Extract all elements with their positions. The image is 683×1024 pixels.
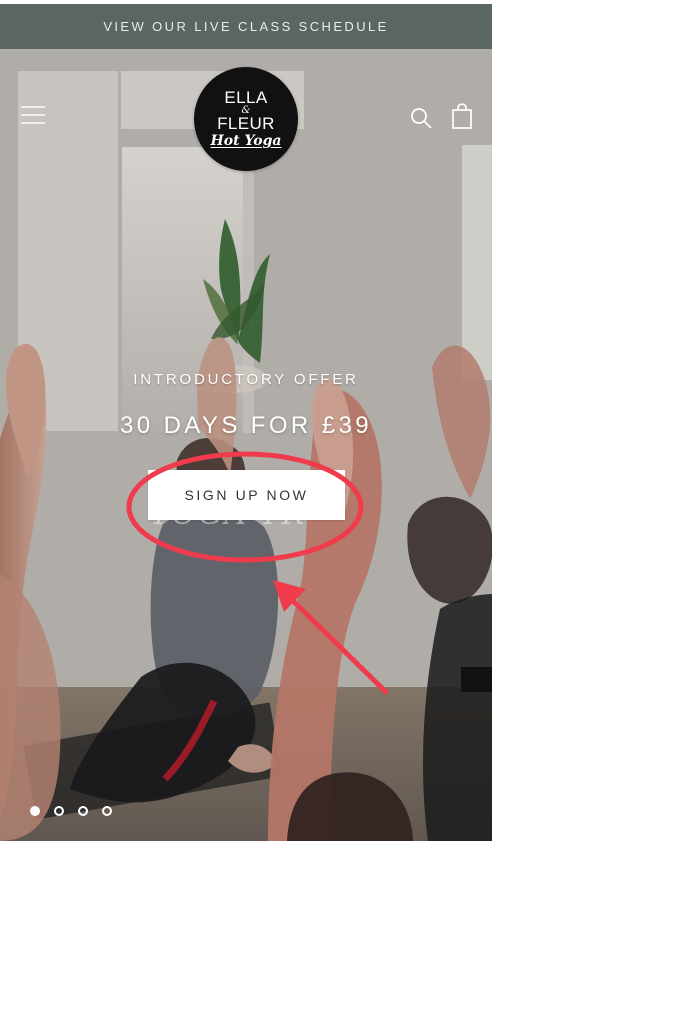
ella-fleur-logo[interactable]: ELLA & FLEUR Hot Yoga (194, 67, 298, 171)
slide-dot-4[interactable] (102, 806, 112, 816)
hero-banner: ELLA & FLEUR Hot Yoga INTRODUCTORY OFFER… (0, 49, 492, 841)
announcement-text[interactable]: VIEW OUR LIVE CLASS SCHEDULE (103, 19, 388, 34)
logo-script-hot-yoga: Hot Yoga (210, 132, 282, 149)
menu-icon[interactable] (21, 106, 45, 124)
search-icon[interactable] (410, 107, 432, 129)
mobile-page: VIEW OUR LIVE CLASS SCHEDULE ELLA & FLEU… (0, 4, 492, 841)
introductory-offer-label: INTRODUCTORY OFFER (133, 371, 359, 388)
slide-pagination[interactable] (30, 806, 112, 816)
logo-word-fleur: FLEUR (217, 113, 275, 133)
slide-dot-1[interactable] (30, 806, 40, 816)
logo-word-ella: ELLA (224, 87, 268, 107)
offer-headline: 30 DAYS FOR £39 (120, 412, 372, 439)
slide-dot-3[interactable] (78, 806, 88, 816)
announcement-bar[interactable]: VIEW OUR LIVE CLASS SCHEDULE (0, 4, 492, 49)
shopping-bag-icon[interactable] (451, 102, 473, 130)
slide-dot-2[interactable] (54, 806, 64, 816)
sign-up-now-button[interactable]: SIGN UP NOW (148, 470, 345, 520)
